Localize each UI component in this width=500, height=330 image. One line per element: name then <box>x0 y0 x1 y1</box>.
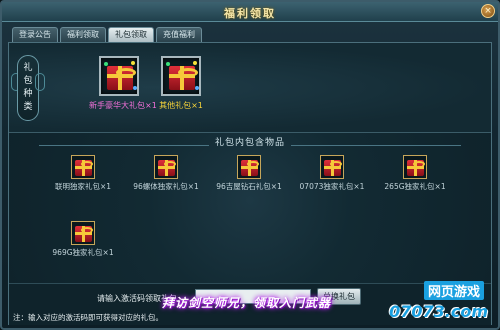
gift-box-icon <box>75 226 93 242</box>
item-name: 969G独家礼包×1 <box>52 248 114 257</box>
promo-banner: 拜访剑空师兄，领取入门武器 <box>162 296 332 310</box>
tab-welfare[interactable]: 福利领取 <box>60 27 106 42</box>
gift-box-icon <box>241 160 259 176</box>
content-item[interactable]: 96螺体独家礼包×1 <box>126 155 206 192</box>
tab-gift-pack[interactable]: 礼包领取 <box>108 27 154 42</box>
item-frame[interactable] <box>154 155 178 179</box>
pack-type-panel: 礼 包 种 类 新手豪华大礼包×1 其他礼包×1 <box>9 43 491 133</box>
gift-box-icon <box>107 66 136 90</box>
close-button[interactable]: × <box>481 4 495 18</box>
item-frame[interactable] <box>71 221 95 245</box>
item-name: 07073独家礼包×1 <box>299 182 365 191</box>
item-frame[interactable] <box>403 155 427 179</box>
item-name: 96螺体独家礼包×1 <box>133 182 199 191</box>
gift-box-icon <box>169 66 198 90</box>
pack-type-char: 种 <box>23 89 33 99</box>
window-title: 福利领取 <box>224 7 276 20</box>
gift-box-icon <box>75 160 93 176</box>
welfare-window: 福利领取 × 登录公告 福利领取 礼包领取 充值福利 礼 包 种 类 新手豪华大… <box>0 0 500 330</box>
content-item[interactable]: 96吉屋钻石礼包×1 <box>209 155 289 192</box>
pack-card-other[interactable]: 其他礼包×1 <box>151 56 211 111</box>
item-name: 265G独家礼包×1 <box>384 182 446 191</box>
item-frame[interactable] <box>320 155 344 179</box>
pack-name: 新手豪华大礼包×1 <box>89 101 157 110</box>
content-item[interactable]: 265G独家礼包×1 <box>375 155 455 192</box>
content-item[interactable]: 07073独家礼包×1 <box>292 155 372 192</box>
gift-box-icon <box>324 160 342 176</box>
pack-type-char: 类 <box>23 102 33 112</box>
pack-frame[interactable] <box>161 56 201 96</box>
pack-card-newbie[interactable]: 新手豪华大礼包×1 <box>89 56 157 111</box>
site-watermark: 网页游戏 07073.com <box>389 278 492 328</box>
redeem-note: 注：输入对应的激活码即可获得对应的礼包。 <box>13 313 163 322</box>
tab-recharge-welfare[interactable]: 充值福利 <box>156 27 202 42</box>
content-item[interactable]: 联明独家礼包×1 <box>43 155 123 192</box>
tab-bar: 登录公告 福利领取 礼包领取 充值福利 <box>12 27 202 42</box>
watermark-line1: 网页游戏 <box>423 281 484 300</box>
contents-title: 礼包内包含物品 <box>214 138 285 148</box>
pack-frame[interactable] <box>99 56 139 96</box>
item-frame[interactable] <box>237 155 261 179</box>
item-name: 96吉屋钻石礼包×1 <box>216 182 282 191</box>
ornament-right <box>35 73 45 91</box>
gift-box-icon <box>158 160 176 176</box>
item-name: 联明独家礼包×1 <box>54 182 112 191</box>
watermark-line2: 07073.com <box>389 302 488 321</box>
pack-name: 其他礼包×1 <box>159 101 203 110</box>
gift-box-icon <box>407 160 425 176</box>
content-item[interactable]: 969G独家礼包×1 <box>43 221 123 258</box>
pack-type-char: 礼 <box>23 63 33 73</box>
divider <box>291 145 461 146</box>
item-frame[interactable] <box>71 155 95 179</box>
tab-login-notice[interactable]: 登录公告 <box>12 27 58 42</box>
pack-contents-panel: 礼包内包含物品 联明独家礼包×1 96螺体独家礼包×1 96吉屋钻石礼包×1 0… <box>9 133 491 283</box>
pack-type-char: 包 <box>23 76 33 86</box>
title-bar: 福利领取 × <box>2 2 498 22</box>
